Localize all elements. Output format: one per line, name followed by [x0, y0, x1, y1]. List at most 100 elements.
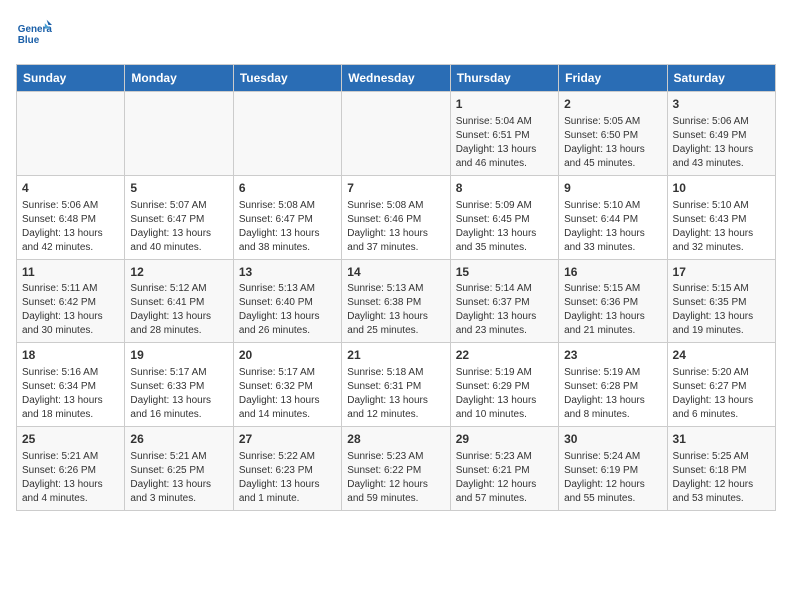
day-info: Sunrise: 5:10 AM Sunset: 6:43 PM Dayligh… [673, 199, 770, 255]
calendar-cell: 5 Sunrise: 5:07 AM Sunset: 6:47 PM Daylig… [125, 175, 233, 259]
day-info: Sunrise: 5:21 AM Sunset: 6:25 PM Dayligh… [130, 450, 227, 506]
calendar-cell: 3 Sunrise: 5:06 AM Sunset: 6:49 PM Daylig… [667, 92, 775, 176]
calendar-header-row: SundayMondayTuesdayWednesdayThursdayFrid… [17, 65, 776, 92]
day-number: 13 [239, 264, 336, 281]
day-info: Sunrise: 5:19 AM Sunset: 6:28 PM Dayligh… [564, 366, 661, 422]
calendar-cell: 17Sunrise: 5:15 AM Sunset: 6:35 PM Dayli… [667, 259, 775, 343]
calendar-table: SundayMondayTuesdayWednesdayThursdayFrid… [16, 64, 776, 511]
day-number: 29 [456, 431, 553, 448]
day-number: 31 [673, 431, 770, 448]
day-info: Sunrise: 5:12 AM Sunset: 6:41 PM Dayligh… [130, 282, 227, 338]
day-number: 14 [347, 264, 444, 281]
day-number: 23 [564, 347, 661, 364]
day-number: 20 [239, 347, 336, 364]
day-number: 5 [130, 180, 227, 197]
calendar-cell: 13Sunrise: 5:13 AM Sunset: 6:40 PM Dayli… [233, 259, 341, 343]
day-info: Sunrise: 5:04 AM Sunset: 6:51 PM Dayligh… [456, 115, 553, 171]
calendar-cell: 9 Sunrise: 5:10 AM Sunset: 6:44 PM Daylig… [559, 175, 667, 259]
day-number: 7 [347, 180, 444, 197]
calendar-cell: 27Sunrise: 5:22 AM Sunset: 6:23 PM Dayli… [233, 427, 341, 511]
calendar-cell: 1 Sunrise: 5:04 AM Sunset: 6:51 PM Daylig… [450, 92, 558, 176]
day-info: Sunrise: 5:13 AM Sunset: 6:40 PM Dayligh… [239, 282, 336, 338]
svg-text:Blue: Blue [18, 35, 40, 46]
day-info: Sunrise: 5:20 AM Sunset: 6:27 PM Dayligh… [673, 366, 770, 422]
day-number: 17 [673, 264, 770, 281]
day-info: Sunrise: 5:15 AM Sunset: 6:36 PM Dayligh… [564, 282, 661, 338]
day-number: 26 [130, 431, 227, 448]
day-info: Sunrise: 5:09 AM Sunset: 6:45 PM Dayligh… [456, 199, 553, 255]
col-header-thursday: Thursday [450, 65, 558, 92]
calendar-cell [233, 92, 341, 176]
col-header-friday: Friday [559, 65, 667, 92]
calendar-cell: 23 Sunrise: 5:19 AM Sunset: 6:28 PM Dayli… [559, 343, 667, 427]
col-header-saturday: Saturday [667, 65, 775, 92]
calendar-cell: 4 Sunrise: 5:06 AM Sunset: 6:48 PM Daylig… [17, 175, 125, 259]
calendar-cell [125, 92, 233, 176]
day-info: Sunrise: 5:14 AM Sunset: 6:37 PM Dayligh… [456, 282, 553, 338]
calendar-cell: 15Sunrise: 5:14 AM Sunset: 6:37 PM Dayli… [450, 259, 558, 343]
day-number: 10 [673, 180, 770, 197]
day-number: 11 [22, 264, 119, 281]
calendar-cell: 11Sunrise: 5:11 AM Sunset: 6:42 PM Dayli… [17, 259, 125, 343]
day-info: Sunrise: 5:23 AM Sunset: 6:21 PM Dayligh… [456, 450, 553, 506]
day-number: 21 [347, 347, 444, 364]
calendar-cell [17, 92, 125, 176]
calendar-cell: 20 Sunrise: 5:17 AM Sunset: 6:32 PM Dayli… [233, 343, 341, 427]
day-number: 22 [456, 347, 553, 364]
day-info: Sunrise: 5:08 AM Sunset: 6:46 PM Dayligh… [347, 199, 444, 255]
day-number: 30 [564, 431, 661, 448]
calendar-cell: 10 Sunrise: 5:10 AM Sunset: 6:43 PM Dayli… [667, 175, 775, 259]
day-number: 16 [564, 264, 661, 281]
day-info: Sunrise: 5:19 AM Sunset: 6:29 PM Dayligh… [456, 366, 553, 422]
week-row-1: 1 Sunrise: 5:04 AM Sunset: 6:51 PM Daylig… [17, 92, 776, 176]
logo-icon: General Blue [16, 16, 52, 52]
day-info: Sunrise: 5:06 AM Sunset: 6:49 PM Dayligh… [673, 115, 770, 171]
day-info: Sunrise: 5:07 AM Sunset: 6:47 PM Dayligh… [130, 199, 227, 255]
calendar-cell: 25 Sunrise: 5:21 AM Sunset: 6:26 PM Dayli… [17, 427, 125, 511]
day-number: 9 [564, 180, 661, 197]
day-number: 28 [347, 431, 444, 448]
col-header-wednesday: Wednesday [342, 65, 450, 92]
week-row-2: 4 Sunrise: 5:06 AM Sunset: 6:48 PM Daylig… [17, 175, 776, 259]
day-number: 12 [130, 264, 227, 281]
logo: General Blue [16, 16, 52, 52]
page-header: General Blue [16, 16, 776, 52]
day-number: 18 [22, 347, 119, 364]
calendar-cell: 12Sunrise: 5:12 AM Sunset: 6:41 PM Dayli… [125, 259, 233, 343]
day-number: 25 [22, 431, 119, 448]
day-info: Sunrise: 5:18 AM Sunset: 6:31 PM Dayligh… [347, 366, 444, 422]
day-info: Sunrise: 5:21 AM Sunset: 6:26 PM Dayligh… [22, 450, 119, 506]
calendar-cell: 21 Sunrise: 5:18 AM Sunset: 6:31 PM Dayli… [342, 343, 450, 427]
day-info: Sunrise: 5:06 AM Sunset: 6:48 PM Dayligh… [22, 199, 119, 255]
calendar-cell: 14Sunrise: 5:13 AM Sunset: 6:38 PM Dayli… [342, 259, 450, 343]
day-info: Sunrise: 5:25 AM Sunset: 6:18 PM Dayligh… [673, 450, 770, 506]
day-info: Sunrise: 5:16 AM Sunset: 6:34 PM Dayligh… [22, 366, 119, 422]
day-info: Sunrise: 5:11 AM Sunset: 6:42 PM Dayligh… [22, 282, 119, 338]
day-info: Sunrise: 5:24 AM Sunset: 6:19 PM Dayligh… [564, 450, 661, 506]
day-number: 2 [564, 96, 661, 113]
day-number: 3 [673, 96, 770, 113]
day-number: 19 [130, 347, 227, 364]
day-number: 27 [239, 431, 336, 448]
calendar-cell [342, 92, 450, 176]
calendar-cell: 30 Sunrise: 5:24 AM Sunset: 6:19 PM Dayli… [559, 427, 667, 511]
calendar-cell: 24 Sunrise: 5:20 AM Sunset: 6:27 PM Dayli… [667, 343, 775, 427]
day-number: 4 [22, 180, 119, 197]
calendar-cell: 19 Sunrise: 5:17 AM Sunset: 6:33 PM Dayli… [125, 343, 233, 427]
col-header-sunday: Sunday [17, 65, 125, 92]
day-info: Sunrise: 5:15 AM Sunset: 6:35 PM Dayligh… [673, 282, 770, 338]
day-number: 15 [456, 264, 553, 281]
calendar-cell: 16Sunrise: 5:15 AM Sunset: 6:36 PM Dayli… [559, 259, 667, 343]
calendar-cell: 8Sunrise: 5:09 AM Sunset: 6:45 PM Daylig… [450, 175, 558, 259]
day-info: Sunrise: 5:17 AM Sunset: 6:33 PM Dayligh… [130, 366, 227, 422]
day-info: Sunrise: 5:13 AM Sunset: 6:38 PM Dayligh… [347, 282, 444, 338]
day-info: Sunrise: 5:17 AM Sunset: 6:32 PM Dayligh… [239, 366, 336, 422]
col-header-monday: Monday [125, 65, 233, 92]
week-row-4: 18 Sunrise: 5:16 AM Sunset: 6:34 PM Dayli… [17, 343, 776, 427]
day-info: Sunrise: 5:05 AM Sunset: 6:50 PM Dayligh… [564, 115, 661, 171]
calendar-cell: 28Sunrise: 5:23 AM Sunset: 6:22 PM Dayli… [342, 427, 450, 511]
week-row-5: 25 Sunrise: 5:21 AM Sunset: 6:26 PM Dayli… [17, 427, 776, 511]
day-info: Sunrise: 5:10 AM Sunset: 6:44 PM Dayligh… [564, 199, 661, 255]
day-number: 24 [673, 347, 770, 364]
day-number: 1 [456, 96, 553, 113]
